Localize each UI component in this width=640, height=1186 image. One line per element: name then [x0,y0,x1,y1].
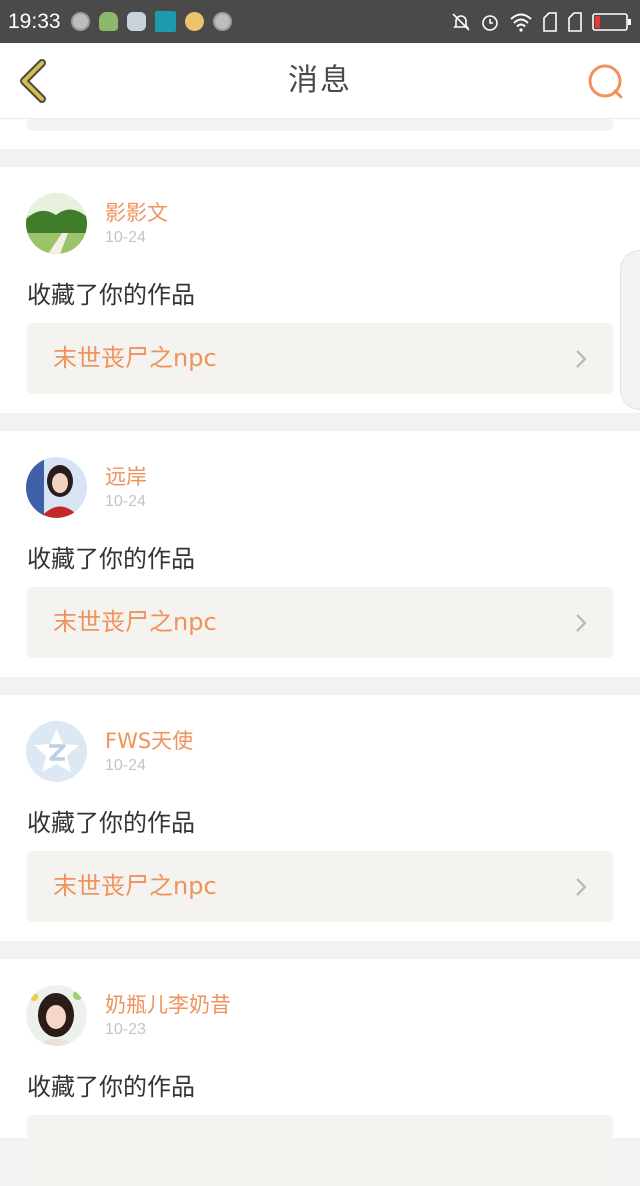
top-bar: 消息 [0,43,640,119]
message-card: 影影文 10-24 收藏了你的作品 末世丧尸之npc [0,167,640,413]
work-title: 末世丧尸之npc [53,872,217,900]
page-title: 消息 [288,63,352,98]
notification-icon [70,12,90,31]
user-name[interactable]: FWS天使 [105,725,193,755]
notification-icon [212,12,232,31]
user-name[interactable]: 远岸 [105,461,147,491]
work-title: 末世丧尸之npc [53,344,217,372]
message-date: 10-24 [105,493,146,510]
work-link[interactable]: 末世丧尸之npc [27,587,613,658]
smile-icon [184,12,204,31]
wifi-icon [510,13,532,32]
search-icon [588,64,623,99]
user-name[interactable]: 影影文 [105,197,168,227]
chevron-right-icon [576,878,587,896]
chevron-right-icon [576,614,587,632]
user-name[interactable]: 奶瓶儿李奶昔 [105,989,231,1019]
avatar[interactable] [26,193,87,254]
bell-off-icon [452,12,470,31]
status-bar: 19:33 [0,0,640,43]
message-date: 10-24 [105,229,146,246]
sim-icon [568,11,582,32]
work-link-partial[interactable] [27,119,613,131]
message-action: 收藏了你的作品 [27,1073,195,1101]
message-card-partial [0,119,640,149]
alarm-icon [482,14,498,31]
message-card: FWS天使 10-24 收藏了你的作品 末世丧尸之npc [0,695,640,941]
status-time: 19:33 [8,9,61,33]
chevron-right-icon [576,350,587,368]
avatar[interactable] [26,985,87,1046]
message-card: 奶瓶儿李奶昔 10-23 收藏了你的作品 [0,959,640,1186]
tree-icon [98,12,118,31]
avatar[interactable] [26,457,87,518]
search-button[interactable] [586,62,624,100]
work-link[interactable] [27,1115,613,1186]
message-action: 收藏了你的作品 [27,545,195,573]
message-action: 收藏了你的作品 [27,281,195,309]
work-link[interactable]: 末世丧尸之npc [27,323,613,394]
message-card: 远岸 10-24 收藏了你的作品 末世丧尸之npc [0,431,640,677]
avatar[interactable] [26,721,87,782]
db-icon [126,12,146,31]
floating-edge-handle[interactable] [620,250,640,410]
message-date: 10-23 [105,1021,146,1038]
sim-icon [543,11,557,32]
battery-icon [592,12,631,31]
work-title: 末世丧尸之npc [53,608,217,636]
scan-icon [154,11,176,32]
message-action: 收藏了你的作品 [27,809,195,837]
message-date: 10-24 [105,757,146,774]
work-link[interactable]: 末世丧尸之npc [27,851,613,922]
